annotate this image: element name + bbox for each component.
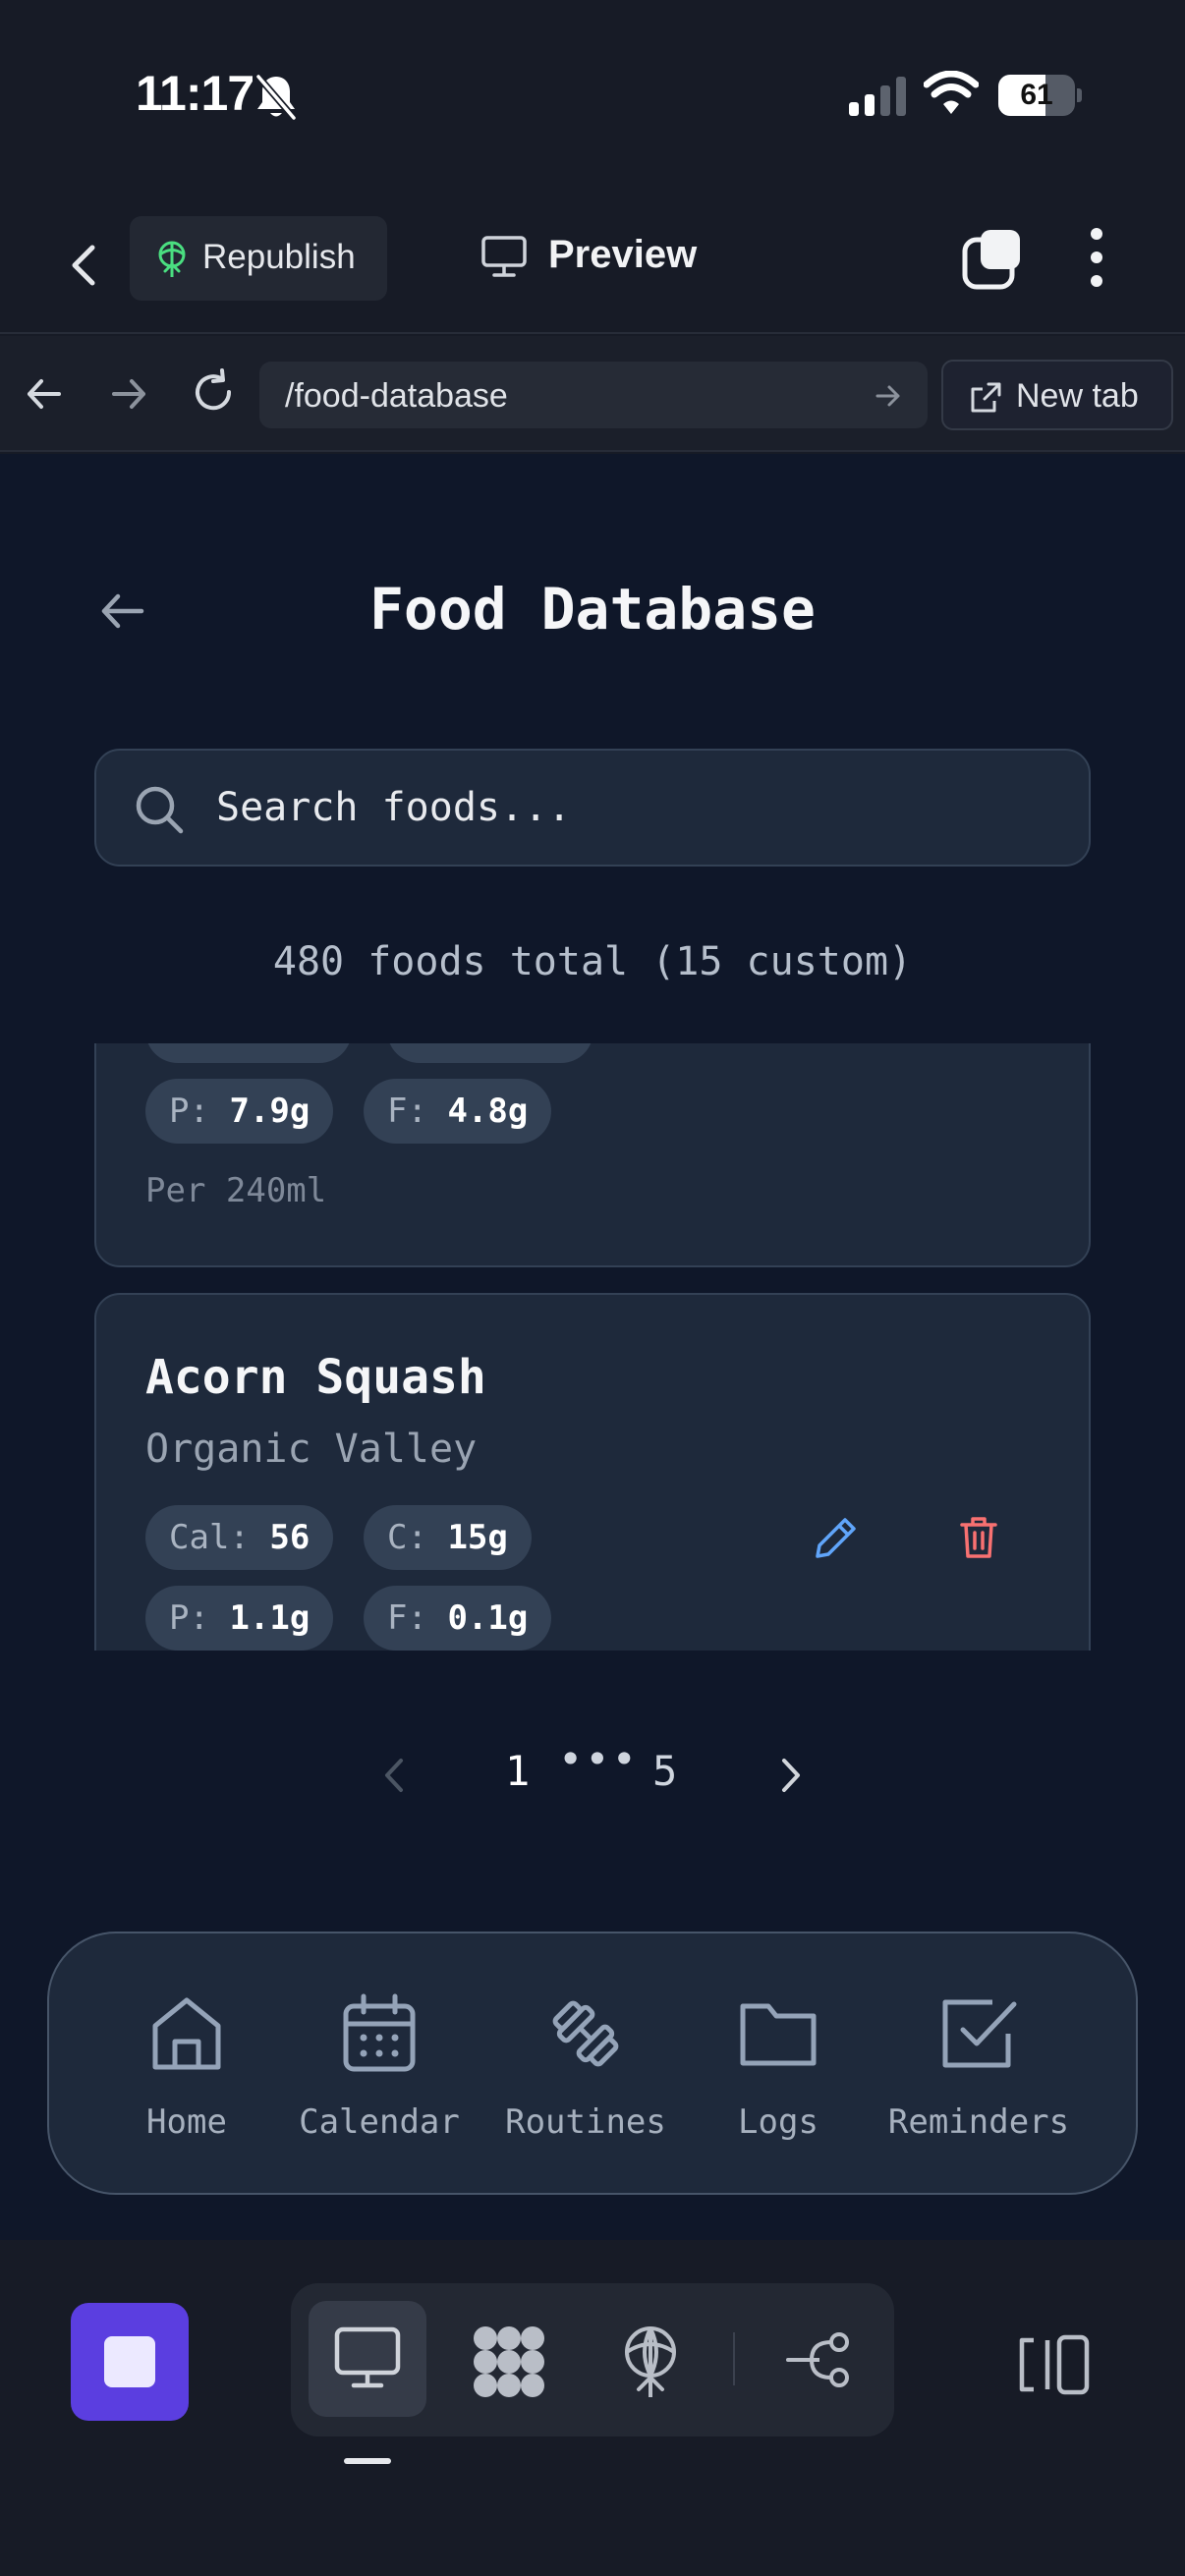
macro-key: P: — [169, 1598, 209, 1638]
page-ellipsis: ••• — [558, 1735, 639, 1783]
macro-key: P: — [169, 1092, 209, 1131]
macro-value: 7.9g — [229, 1092, 310, 1131]
republish-label: Republish — [202, 238, 356, 276]
git-branch-icon[interactable] — [786, 2330, 855, 2389]
ide-bottom-bar — [0, 2240, 1185, 2576]
chevron-right-icon[interactable] — [772, 1753, 810, 1798]
bottom-nav: Home Calendar Routines Logs Reminders — [47, 1932, 1138, 2195]
republish-button[interactable]: Republish — [130, 216, 387, 301]
food-brand: Organic Valley — [145, 1427, 478, 1472]
stop-icon — [104, 2336, 155, 2387]
back-button[interactable] — [59, 234, 108, 297]
macro-key: Cal: — [169, 1518, 250, 1557]
search-box[interactable] — [94, 749, 1091, 867]
browser-bar: /food-database New tab — [0, 336, 1185, 452]
deploy-icon[interactable] — [621, 2324, 680, 2399]
stop-button[interactable] — [71, 2303, 189, 2421]
macro-key: F: — [387, 1598, 427, 1638]
macro-pill — [145, 1043, 352, 1063]
macro-value: 0.1g — [447, 1598, 529, 1638]
signal-icon — [849, 77, 908, 116]
status-time: 11:17 — [136, 66, 254, 121]
calendar-icon — [281, 1992, 478, 2075]
chevron-left-icon[interactable] — [375, 1753, 413, 1798]
macro-value: 15g — [447, 1518, 508, 1557]
app-toolbar: Republish Preview — [0, 196, 1185, 334]
battery-cap — [1077, 88, 1082, 102]
arrow-left-icon[interactable] — [22, 371, 67, 417]
active-tab-indicator — [344, 2458, 391, 2464]
bell-off-icon — [254, 73, 299, 122]
macro-pill: P: 7.9g — [145, 1079, 334, 1144]
food-card[interactable]: Acorn Squash Organic Valley Cal: 56 C: 1… — [94, 1293, 1091, 1651]
checkbox-icon — [880, 1992, 1077, 2075]
macro-key: F: — [387, 1092, 427, 1131]
arrow-right-icon[interactable] — [875, 383, 902, 409]
nav-item-routines[interactable]: Routines — [487, 1992, 684, 2159]
macro-value: 1.1g — [229, 1598, 310, 1638]
wifi-icon — [924, 71, 979, 116]
macro-key: C: — [387, 1518, 427, 1557]
nav-label: Reminders — [887, 2102, 1070, 2142]
grid-icon[interactable] — [472, 2324, 546, 2399]
battery-icon: 61 — [998, 75, 1082, 116]
new-tab-label: New tab — [1016, 377, 1139, 415]
macro-value: 56 — [269, 1518, 310, 1557]
dumbbell-icon — [487, 1992, 684, 2075]
url-text: /food-database — [285, 377, 508, 415]
nav-item-logs[interactable]: Logs — [680, 1992, 876, 2159]
tabs-icon[interactable] — [961, 228, 1024, 291]
macro-pill: C: 15g — [364, 1505, 532, 1570]
trash-icon[interactable] — [959, 1515, 998, 1560]
monitor-icon — [481, 236, 527, 277]
nav-label: Calendar — [299, 2102, 460, 2142]
republish-icon — [153, 240, 191, 279]
url-field[interactable]: /food-database — [259, 362, 928, 428]
new-tab-button[interactable]: New tab — [941, 360, 1173, 430]
macro-pill — [387, 1043, 593, 1063]
folder-icon — [680, 1992, 876, 2075]
tool-preview-button[interactable] — [309, 2301, 426, 2417]
app-content: Food Database 480 foods total (15 custom… — [0, 454, 1185, 2240]
macro-pill: F: 0.1g — [364, 1586, 552, 1651]
panel-toggle-icon[interactable] — [1018, 2334, 1091, 2395]
macro-pill: Cal: 56 — [145, 1505, 334, 1570]
arrow-right-icon[interactable] — [106, 371, 151, 417]
search-icon — [134, 784, 185, 835]
more-vertical-icon[interactable] — [1081, 226, 1112, 289]
nav-item-home[interactable]: Home — [88, 1992, 285, 2159]
divider — [733, 2332, 735, 2385]
battery-level: 61 — [1020, 79, 1053, 111]
battery-body: 61 — [998, 75, 1075, 116]
reload-icon[interactable] — [189, 367, 238, 417]
macro-value: 4.8g — [447, 1092, 529, 1131]
food-card: P: 7.9g F: 4.8g Per 240ml — [94, 1043, 1091, 1267]
pencil-icon[interactable] — [814, 1515, 859, 1560]
macro-pill: P: 1.1g — [145, 1586, 334, 1651]
preview-label: Preview — [548, 233, 698, 276]
external-link-icon — [969, 381, 1002, 415]
monitor-icon — [334, 2326, 401, 2389]
ide-tool-group — [291, 2283, 894, 2436]
nav-item-calendar[interactable]: Calendar — [281, 1992, 478, 2159]
search-input[interactable] — [216, 751, 1061, 865]
page-number-current[interactable]: 1 — [505, 1747, 530, 1795]
preview-button[interactable]: Preview — [481, 218, 727, 297]
chevron-left-icon — [72, 245, 95, 286]
home-icon — [88, 1992, 285, 2075]
page-title: Food Database — [369, 576, 816, 643]
serving-size: Per 240ml — [145, 1171, 327, 1210]
food-list: P: 7.9g F: 4.8g Per 240ml Acorn Squash O… — [0, 1043, 1185, 1651]
status-bar: 11:17 61 — [0, 0, 1185, 196]
macro-pill: F: 4.8g — [364, 1079, 552, 1144]
nav-item-reminders[interactable]: Reminders — [880, 1992, 1077, 2159]
page-number-last[interactable]: 5 — [652, 1747, 677, 1795]
food-name: Acorn Squash — [145, 1350, 486, 1405]
pagination: 1 ••• 5 — [0, 1731, 1185, 1820]
foods-count: 480 foods total (15 custom) — [272, 939, 913, 984]
